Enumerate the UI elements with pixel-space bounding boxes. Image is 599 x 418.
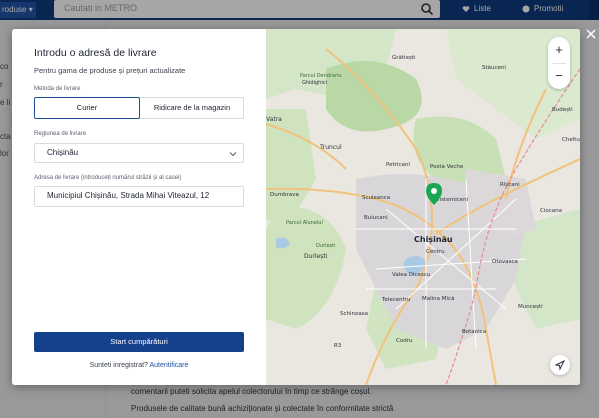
region-label: Regiunea de livrare — [34, 131, 87, 137]
registration-prompt: Sunteti inregistrat? Autentificare — [12, 362, 266, 369]
map-label: Ciocana — [540, 208, 562, 214]
login-link[interactable]: Autentificare — [150, 362, 189, 369]
map-label: Rîșcani — [500, 181, 520, 188]
map-label: Muncești — [518, 304, 543, 310]
delivery-method-toggle: Curier Ridicare de la magazin — [34, 97, 244, 119]
map-label: Valea Dicescu — [392, 272, 430, 278]
modal-title: Introdu o adresă de livrare — [34, 47, 157, 59]
zoom-out-button[interactable]: − — [548, 65, 570, 87]
map-label: Buiucani — [364, 215, 388, 221]
region-select[interactable]: Chișinău — [34, 143, 244, 163]
delivery-address-modal: Introdu o adresă de livrare Pentru gama … — [12, 29, 580, 385]
chevron-down-icon — [229, 152, 237, 157]
map-label: Parcul Alunelul — [286, 220, 323, 226]
map[interactable]: Grătiești Stăuceni Budești Cheltu Vatra … — [266, 29, 580, 385]
map-label: Posta Veche — [430, 164, 464, 170]
map-label: Stăuceni — [482, 65, 506, 71]
map-label: Grătiești — [392, 55, 416, 61]
map-label: Otovasca — [492, 259, 518, 265]
map-label: Centru — [426, 249, 445, 255]
store-pickup-option[interactable]: Ridicare de la magazin — [140, 98, 244, 118]
map-label: Malina Mică — [422, 296, 454, 302]
map-label: Schinoasa — [340, 311, 368, 317]
navigation-arrow-icon — [554, 359, 566, 371]
zoom-in-button[interactable]: + — [548, 39, 570, 61]
map-label: Visterniceni — [436, 197, 469, 203]
my-location-button[interactable] — [550, 355, 570, 375]
zoom-divider — [552, 63, 566, 64]
map-canvas[interactable]: Grătiești Stăuceni Budești Cheltu Vatra … — [266, 29, 580, 385]
map-label: Chișinău — [414, 235, 453, 245]
close-icon[interactable] — [585, 28, 597, 40]
address-field[interactable]: Municipiul Chișinău, Strada Mihai Viteaz… — [34, 186, 244, 207]
map-label: Telecentru — [381, 297, 411, 303]
address-label: Adresa de livrare (introduceți numărul s… — [34, 175, 182, 181]
address-value: Municipiul Chișinău, Strada Mihai Viteaz… — [47, 191, 210, 200]
registered-question: Sunteti inregistrat? — [89, 362, 148, 369]
region-value: Chișinău — [47, 148, 79, 157]
map-label: Durlești — [304, 253, 328, 260]
map-label: Budești — [552, 107, 573, 113]
map-label: R3 — [334, 343, 342, 349]
map-label: Cheltu — [562, 137, 580, 143]
map-label: Vatra — [266, 116, 282, 123]
map-label: Petricani — [386, 162, 410, 168]
map-label: Botanica — [462, 329, 486, 335]
map-label: Parcul Dendrariu — [300, 73, 342, 79]
map-label: Sculeanca — [362, 195, 390, 201]
modal-subtitle: Pentru gama de produse și prețuri actual… — [34, 66, 186, 75]
start-shopping-button[interactable]: Start cumpărături — [34, 332, 244, 352]
map-label: Codru — [396, 338, 412, 344]
courier-option[interactable]: Curier — [34, 97, 140, 119]
map-label: Dumbrava — [270, 192, 299, 198]
map-label: Truncul — [319, 144, 342, 151]
map-label: Durlești — [316, 243, 336, 249]
zoom-controls: + − — [548, 37, 570, 89]
map-label: Ghidighici — [302, 80, 327, 86]
address-form-panel: Introdu o adresă de livrare Pentru gama … — [12, 29, 266, 385]
delivery-method-label: Metoda de livrare — [34, 86, 81, 92]
